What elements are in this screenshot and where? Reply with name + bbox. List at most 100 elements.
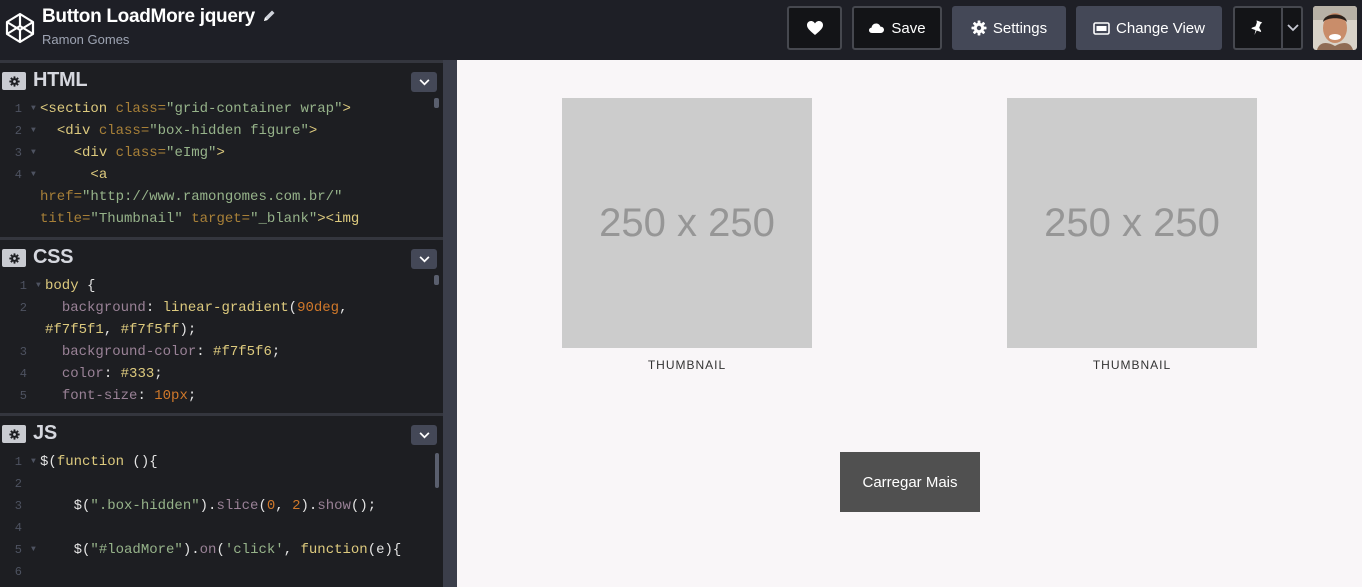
chevron-down-icon — [419, 78, 429, 85]
code-token: #333 — [120, 366, 155, 382]
js-settings-button[interactable] — [2, 425, 26, 443]
code-token: ".box-hidden" — [90, 498, 200, 514]
code-token: (); — [350, 498, 377, 514]
load-more-button[interactable]: Carregar Mais — [840, 452, 980, 512]
html-settings-button[interactable] — [2, 72, 26, 90]
code-token: font-size — [61, 388, 138, 404]
thumbnail-image-1[interactable]: 250 x 250 — [562, 98, 812, 348]
fold-arrow-icon[interactable]: ▼ — [31, 451, 36, 473]
code-line[interactable]: 1 ▼ <section class="grid-container wrap"> — [0, 98, 443, 120]
code-token: "grid-container wrap" — [166, 101, 343, 117]
code-token: show — [317, 498, 351, 514]
js-code-area[interactable]: 1 ▼ $(function (){2 3 $(".box-hidden").slic… — [0, 451, 443, 587]
change-view-button[interactable]: Change View — [1076, 6, 1222, 50]
code-token: <section — [40, 101, 116, 117]
thumbnail-caption-2: THUMBNAIL — [1092, 358, 1172, 372]
js-scrollbar[interactable] — [435, 453, 439, 488]
code-line[interactable]: title="Thumbnail" target="_blank"><img — [0, 208, 443, 230]
css-scrollbar[interactable] — [434, 275, 439, 285]
code-line[interactable]: 3 background-color: #f7f5f6; — [5, 341, 443, 363]
code-token: : — [137, 388, 155, 404]
code-line[interactable]: 6 — [0, 561, 443, 583]
like-button[interactable] — [787, 6, 842, 50]
code-token: $( — [40, 542, 91, 558]
editor-resize-handle[interactable] — [443, 60, 457, 587]
fold-arrow-icon[interactable]: ▼ — [31, 98, 36, 120]
html-scrollbar[interactable] — [434, 98, 439, 108]
code-line[interactable]: href="http://www.ramongomes.com.br/" — [0, 186, 443, 208]
fold-arrow-icon[interactable]: ▼ — [31, 120, 36, 142]
code-token: ( — [216, 542, 225, 558]
code-line[interactable]: 3 $(".box-hidden").slice(0, 2).show(); — [0, 495, 443, 517]
code-token: $( — [40, 498, 91, 514]
code-line[interactable]: 1 ▼ body { — [5, 275, 443, 297]
fold-arrow-icon[interactable]: ▼ — [31, 164, 36, 186]
code-token: <div — [56, 123, 99, 139]
code-text: #f7f5f1, #f7f5ff); — [45, 319, 196, 341]
code-token: "box-hidden figure" — [149, 123, 309, 139]
user-avatar[interactable] — [1313, 6, 1357, 50]
css-settings-button[interactable] — [2, 249, 26, 267]
js-pane-header: JS — [0, 413, 443, 448]
save-button[interactable]: Save — [852, 6, 942, 50]
author-name[interactable]: Ramon Gomes — [42, 32, 129, 47]
pin-button[interactable] — [1233, 6, 1303, 50]
pencil-icon[interactable] — [262, 9, 276, 23]
html-pane-menu-button[interactable] — [411, 72, 437, 92]
codepen-logo-icon[interactable] — [5, 11, 35, 45]
fold-arrow-icon[interactable]: ▼ — [31, 539, 36, 561]
code-token: "Thumbnail" — [90, 211, 192, 227]
gear-icon — [8, 75, 20, 87]
css-pane-title: CSS — [33, 246, 74, 268]
code-token: , — [283, 542, 301, 558]
code-token: "#loadMore" — [90, 542, 183, 558]
line-number: 4 — [14, 168, 22, 182]
code-line[interactable]: 3 ▼ <div class="eImg"> — [0, 142, 443, 164]
code-line[interactable]: 5 ▼ $("#loadMore").on('click', function(e… — [0, 539, 443, 561]
code-token: linear-gradient — [162, 300, 289, 316]
code-line[interactable]: 2 ▼ <div class="box-hidden figure"> — [0, 120, 443, 142]
change-view-button-label: Change View — [1116, 19, 1205, 37]
line-number: 2 — [14, 477, 22, 491]
html-pane-header: HTML — [0, 60, 443, 95]
css-pane-header: CSS — [0, 237, 443, 272]
code-line[interactable]: 2 background: linear-gradient(90deg, — [5, 297, 443, 319]
code-token: background-color — [61, 344, 197, 360]
code-token: 90deg — [297, 300, 340, 316]
thumbnail-caption-1: THUMBNAIL — [647, 358, 727, 372]
js-pane-menu-button[interactable] — [411, 425, 437, 445]
fold-arrow-icon[interactable]: ▼ — [31, 142, 36, 164]
settings-button[interactable]: Settings — [952, 6, 1066, 50]
css-editor-pane: CSS 1 ▼ body {2 background: linear-gradien… — [0, 237, 443, 413]
chevron-down-icon[interactable] — [1287, 24, 1299, 32]
fold-arrow-icon[interactable]: ▼ — [36, 275, 41, 297]
save-button-label: Save — [891, 19, 926, 37]
code-line[interactable]: 4 — [0, 517, 443, 539]
code-token: title= — [40, 211, 91, 227]
code-line[interactable]: 2 — [0, 473, 443, 495]
html-code-area[interactable]: 1 ▼ <section class="grid-container wrap"> 2… — [0, 98, 443, 234]
code-line[interactable]: 5 font-size: 10px; — [5, 385, 443, 407]
line-number: 1 — [14, 455, 22, 469]
css-code-area[interactable]: 1 ▼ body {2 background: linear-gradient(90… — [5, 275, 443, 411]
code-token: : — [103, 366, 121, 382]
code-line[interactable]: 4 ▼ <a — [0, 164, 443, 186]
code-token: color — [61, 366, 104, 382]
code-line[interactable]: #f7f5f1, #f7f5ff); — [5, 319, 443, 341]
code-token: > — [308, 123, 318, 139]
code-line[interactable]: 1 ▼ $(function (){ — [0, 451, 443, 473]
css-pane-menu-button[interactable] — [411, 249, 437, 269]
code-token: #f7f5f1 — [45, 322, 104, 338]
code-line[interactable]: 4 color: #333; — [5, 363, 443, 385]
pen-title[interactable]: Button LoadMore jquery — [42, 6, 255, 28]
thumbnail-image-2[interactable]: 250 x 250 — [1007, 98, 1257, 348]
code-token: ). — [300, 498, 318, 514]
code-token: : — [196, 344, 214, 360]
line-number: 5 — [19, 389, 27, 403]
code-token: ; — [187, 388, 197, 404]
gear-icon — [8, 252, 20, 264]
avatar-image — [1313, 6, 1357, 50]
code-token: , — [275, 498, 293, 514]
code-token: href= — [40, 189, 83, 205]
